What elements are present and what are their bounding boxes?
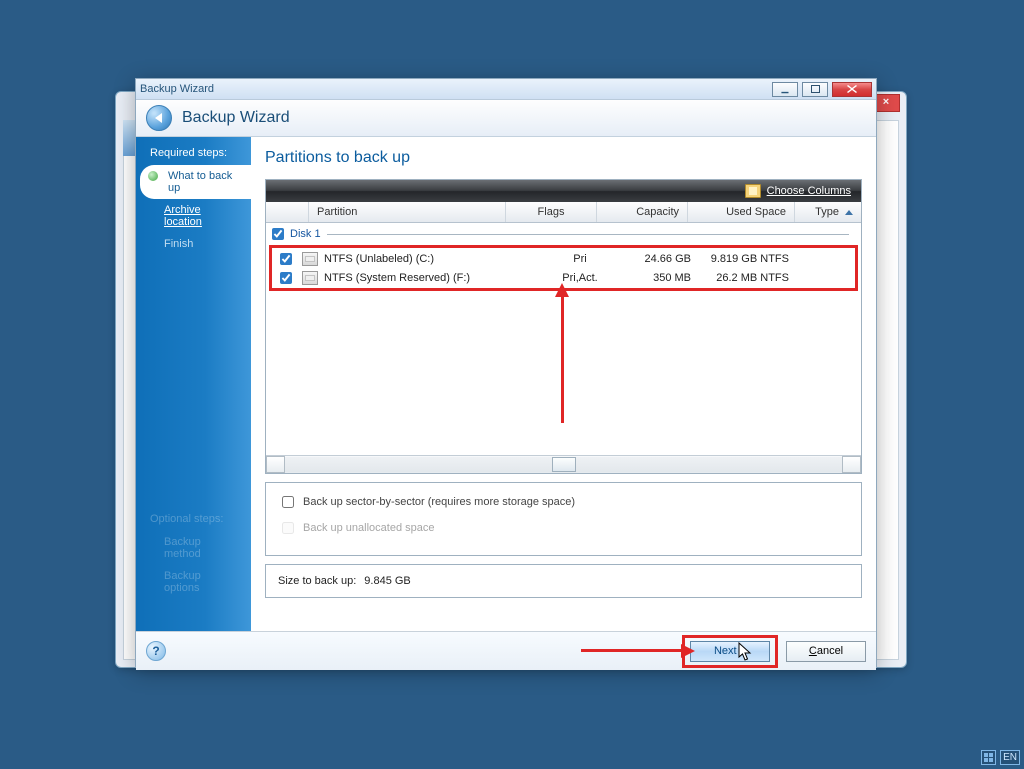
maximize-button[interactable]	[802, 82, 828, 97]
drive-icon	[302, 271, 318, 285]
row2-used: 26.2 MB	[716, 272, 757, 284]
choose-columns-icon	[745, 184, 761, 198]
table-row[interactable]: NTFS (Unlabeled) (C:) Pri 24.66 GB 9.819…	[272, 249, 855, 268]
step-backup-options: Backup options	[136, 565, 251, 599]
wizard-header: Backup Wizard	[136, 100, 876, 137]
table-toolbar: Choose Columns	[266, 180, 861, 202]
step-placeholder	[136, 599, 251, 621]
row1-checkbox[interactable]	[280, 253, 292, 265]
size-summary: Size to back up: 9.845 GB	[265, 564, 862, 598]
back-arrow-icon	[155, 113, 162, 123]
scroll-left-button[interactable]	[266, 456, 285, 473]
annotation-next-highlight: Next >	[682, 635, 778, 668]
cancel-button[interactable]: Cancel	[786, 641, 866, 662]
titlebar[interactable]: Backup Wizard ▁	[136, 79, 876, 100]
horizontal-scrollbar[interactable]	[266, 455, 861, 473]
col-used-space[interactable]: Used Space	[688, 202, 795, 222]
required-steps-label: Required steps:	[136, 137, 251, 165]
table-row[interactable]: NTFS (System Reserved) (F:) Pri,Act. 350…	[272, 268, 855, 287]
row2-flags: Pri,Act.	[562, 272, 597, 284]
page-heading: Partitions to back up	[265, 149, 862, 167]
col-flags[interactable]: Flags	[506, 202, 597, 222]
step-backup-method: Backup method	[136, 531, 251, 565]
table-header: Partition Flags Capacity Used Space Type	[266, 202, 861, 223]
help-button[interactable]: ?	[146, 641, 166, 661]
partitions-panel: Choose Columns Partition Flags Capacity …	[265, 179, 862, 474]
row2-checkbox[interactable]	[280, 272, 292, 284]
footer: ? Next > Cancel	[136, 631, 876, 670]
step-archive-location[interactable]: Archive location	[136, 199, 251, 233]
options-panel: Back up sector-by-sector (requires more …	[265, 482, 862, 556]
sort-asc-icon	[845, 210, 853, 215]
scroll-right-button[interactable]	[842, 456, 861, 473]
disk1-checkbox[interactable]	[272, 228, 284, 240]
language-code[interactable]: EN	[1000, 750, 1020, 765]
drive-icon	[302, 252, 318, 266]
opt-unallocated-checkbox	[282, 522, 294, 534]
step-what-to-back-up[interactable]: What to back up	[140, 165, 251, 199]
wizard-window: Backup Wizard ▁ Backup Wizard Required s…	[135, 78, 877, 668]
col-checkbox[interactable]	[266, 202, 309, 222]
back-button[interactable]	[146, 105, 172, 131]
step-finish[interactable]: Finish	[136, 233, 251, 255]
scroll-track[interactable]	[285, 457, 842, 472]
opt-unallocated: Back up unallocated space	[278, 519, 849, 537]
scroll-thumb[interactable]	[552, 457, 576, 472]
row1-name: NTFS (Unlabeled) (C:)	[324, 253, 434, 265]
minimize-button[interactable]: ▁	[772, 82, 798, 97]
row2-capacity: 350 MB	[653, 272, 691, 284]
disk-group-row[interactable]: Disk 1	[266, 223, 861, 245]
opt-sector-by-sector[interactable]: Back up sector-by-sector (requires more …	[278, 493, 849, 511]
close-button[interactable]	[832, 82, 872, 97]
disk1-label: Disk 1	[290, 228, 321, 240]
optional-steps-label: Optional steps:	[136, 503, 251, 531]
col-type[interactable]: Type	[795, 202, 861, 222]
choose-columns-link[interactable]: Choose Columns	[767, 185, 851, 197]
size-value: 9.845 GB	[364, 575, 410, 587]
col-capacity[interactable]: Capacity	[597, 202, 688, 222]
language-indicator[interactable]: EN	[981, 750, 1020, 765]
sidebar: Required steps: What to back up Archive …	[136, 137, 251, 631]
row1-used: 9.819 GB	[711, 253, 757, 265]
keyboard-layout-icon[interactable]	[981, 750, 996, 765]
opt-sector-checkbox[interactable]	[282, 496, 294, 508]
table-body: Disk 1 NTFS (Unlabeled) (C:) Pri 24.66 G…	[266, 223, 861, 455]
next-button[interactable]: Next >	[690, 641, 770, 662]
row1-flags: Pri	[573, 253, 586, 265]
partition-rows-highlight: NTFS (Unlabeled) (C:) Pri 24.66 GB 9.819…	[269, 245, 858, 291]
wizard-title: Backup Wizard	[182, 109, 290, 127]
row2-name: NTFS (System Reserved) (F:)	[324, 272, 470, 284]
col-partition[interactable]: Partition	[309, 202, 506, 222]
size-label: Size to back up:	[278, 575, 356, 587]
window-title: Backup Wizard	[140, 83, 214, 95]
row1-capacity: 24.66 GB	[645, 253, 691, 265]
